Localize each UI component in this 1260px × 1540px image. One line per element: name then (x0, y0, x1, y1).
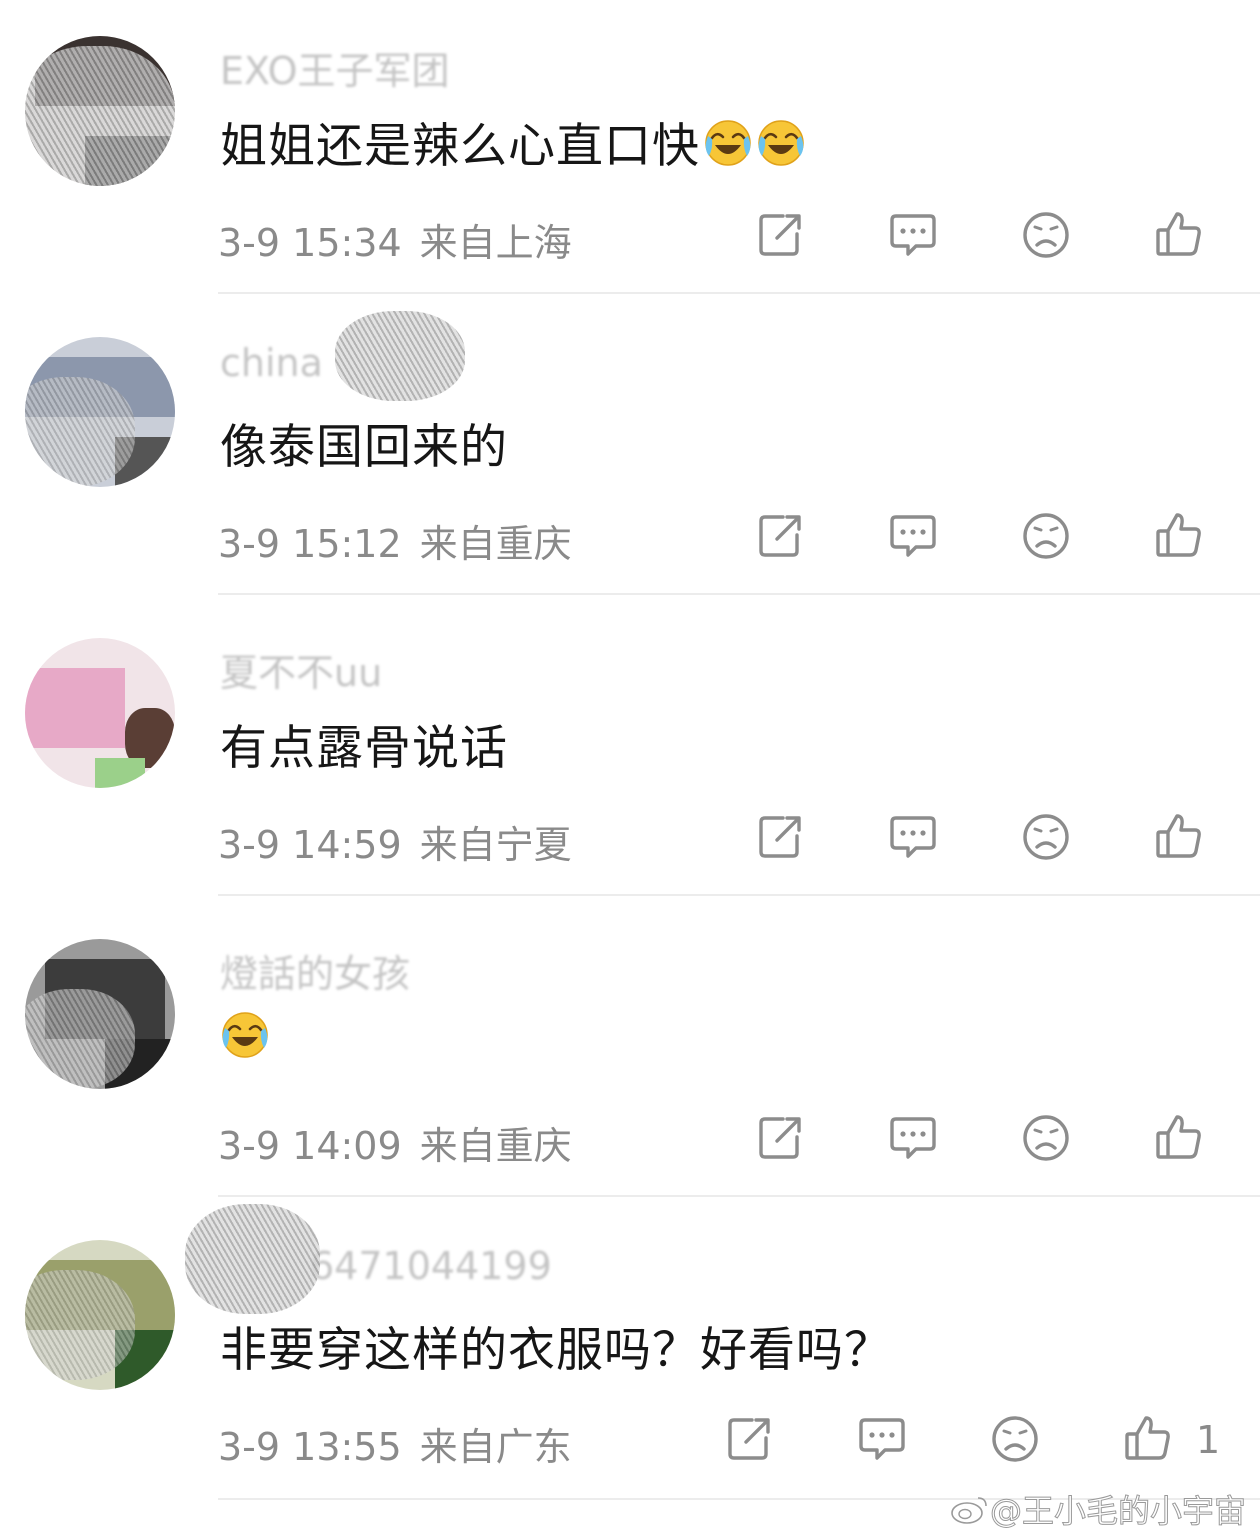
comment-icon (886, 810, 940, 864)
comment-meta: 3-9 14:59 来自宁夏 (218, 814, 572, 869)
dislike-button[interactable] (1019, 509, 1073, 563)
reply-button[interactable] (855, 1412, 909, 1466)
share-icon (753, 1111, 807, 1165)
avatar[interactable] (25, 337, 175, 487)
avatar[interactable] (25, 36, 175, 186)
comment-text: 有点露骨说话 (220, 721, 508, 776)
like-button[interactable] (1121, 1412, 1175, 1466)
like-button[interactable] (1152, 1111, 1206, 1165)
divider (218, 1195, 1260, 1197)
comment-text: 非要穿这样的衣服吗？好看吗？ (220, 1323, 892, 1378)
comment-meta: 3-9 15:34 来自上海 (218, 212, 572, 267)
comment-item: china 像泰国回来的 3-9 15:12 来自重庆 (0, 301, 1260, 602)
share-button[interactable] (753, 1111, 807, 1165)
sad-face-icon (1019, 208, 1073, 262)
comment-meta: 3-9 13:55 来自广东 (218, 1416, 572, 1471)
location: 来自重庆 (419, 522, 572, 566)
dislike-button[interactable] (988, 1412, 1042, 1466)
divider (218, 894, 1260, 896)
timestamp: 3-9 14:59 (218, 823, 402, 867)
laugh-cry-emoji (220, 1010, 270, 1060)
dislike-button[interactable] (1019, 810, 1073, 864)
location: 来自广东 (419, 1425, 572, 1469)
comment-icon (855, 1412, 909, 1466)
comment-item: 夏不不uu 有点露骨说话 3-9 14:59 来自宁夏 (0, 602, 1260, 903)
location: 来自重庆 (419, 1124, 572, 1168)
thumbs-up-icon (1152, 208, 1206, 262)
share-icon (753, 509, 807, 563)
thumbs-up-icon (1152, 509, 1206, 563)
timestamp: 3-9 15:34 (218, 221, 402, 265)
reply-button[interactable] (886, 1111, 940, 1165)
timestamp: 3-9 14:09 (218, 1124, 402, 1168)
thumbs-up-icon (1152, 1111, 1206, 1165)
like-button[interactable] (1152, 810, 1206, 864)
comment-text: 像泰国回来的 (220, 420, 508, 475)
avatar[interactable] (25, 638, 175, 788)
timestamp: 3-9 13:55 (218, 1425, 402, 1469)
sad-face-icon (1019, 509, 1073, 563)
sad-face-icon (988, 1412, 1042, 1466)
divider (218, 292, 1260, 294)
comment-meta: 3-9 14:09 来自重庆 (218, 1115, 572, 1170)
dislike-button[interactable] (1019, 1111, 1073, 1165)
username[interactable]: 燈話的女孩 (220, 943, 410, 998)
comment-item: 燈話的女孩 3-9 14:09 来自重庆 (0, 903, 1260, 1204)
username[interactable]: china (220, 341, 323, 385)
share-button[interactable] (722, 1412, 776, 1466)
dislike-button[interactable] (1019, 208, 1073, 262)
username[interactable]: EXO王子军团 (220, 40, 450, 95)
comment-text: 姐姐还是辣么心直口快 (220, 107, 806, 176)
laugh-cry-emoji (756, 118, 806, 168)
comment-text (220, 1010, 270, 1066)
share-button[interactable] (753, 509, 807, 563)
reply-button[interactable] (886, 509, 940, 563)
share-icon (753, 208, 807, 262)
comment-item: EXO王子军团 姐姐还是辣么心直口快 3-9 15:34 来自上海 (0, 0, 1260, 301)
reply-button[interactable] (886, 810, 940, 864)
share-button[interactable] (753, 208, 807, 262)
share-icon (722, 1412, 776, 1466)
comment-item: 6471044199 非要穿这样的衣服吗？好看吗？ 3-9 13:55 来自广东 … (0, 1204, 1260, 1505)
comment-icon (886, 1111, 940, 1165)
share-button[interactable] (753, 810, 807, 864)
thumbs-up-icon (1121, 1412, 1175, 1466)
like-button[interactable] (1152, 509, 1206, 563)
comment-icon (886, 208, 940, 262)
avatar[interactable] (25, 1240, 175, 1390)
avatar[interactable] (25, 939, 175, 1089)
location: 来自宁夏 (419, 823, 572, 867)
sad-face-icon (1019, 1111, 1073, 1165)
thumbs-up-icon (1152, 810, 1206, 864)
weibo-logo-icon (951, 1497, 987, 1524)
share-icon (753, 810, 807, 864)
like-button[interactable] (1152, 208, 1206, 262)
location: 来自上海 (419, 221, 572, 265)
comment-icon (886, 509, 940, 563)
sad-face-icon (1019, 810, 1073, 864)
like-count: 1 (1196, 1418, 1221, 1462)
divider (218, 593, 1260, 595)
username[interactable]: 6471044199 (310, 1244, 552, 1288)
reply-button[interactable] (886, 208, 940, 262)
username[interactable]: 夏不不uu (220, 642, 382, 697)
watermark: @王小毛的小宇宙 (950, 1486, 1247, 1532)
comment-meta: 3-9 15:12 来自重庆 (218, 513, 572, 568)
redaction (335, 311, 465, 401)
timestamp: 3-9 15:12 (218, 522, 402, 566)
redaction (185, 1204, 320, 1314)
laugh-cry-emoji (703, 118, 753, 168)
